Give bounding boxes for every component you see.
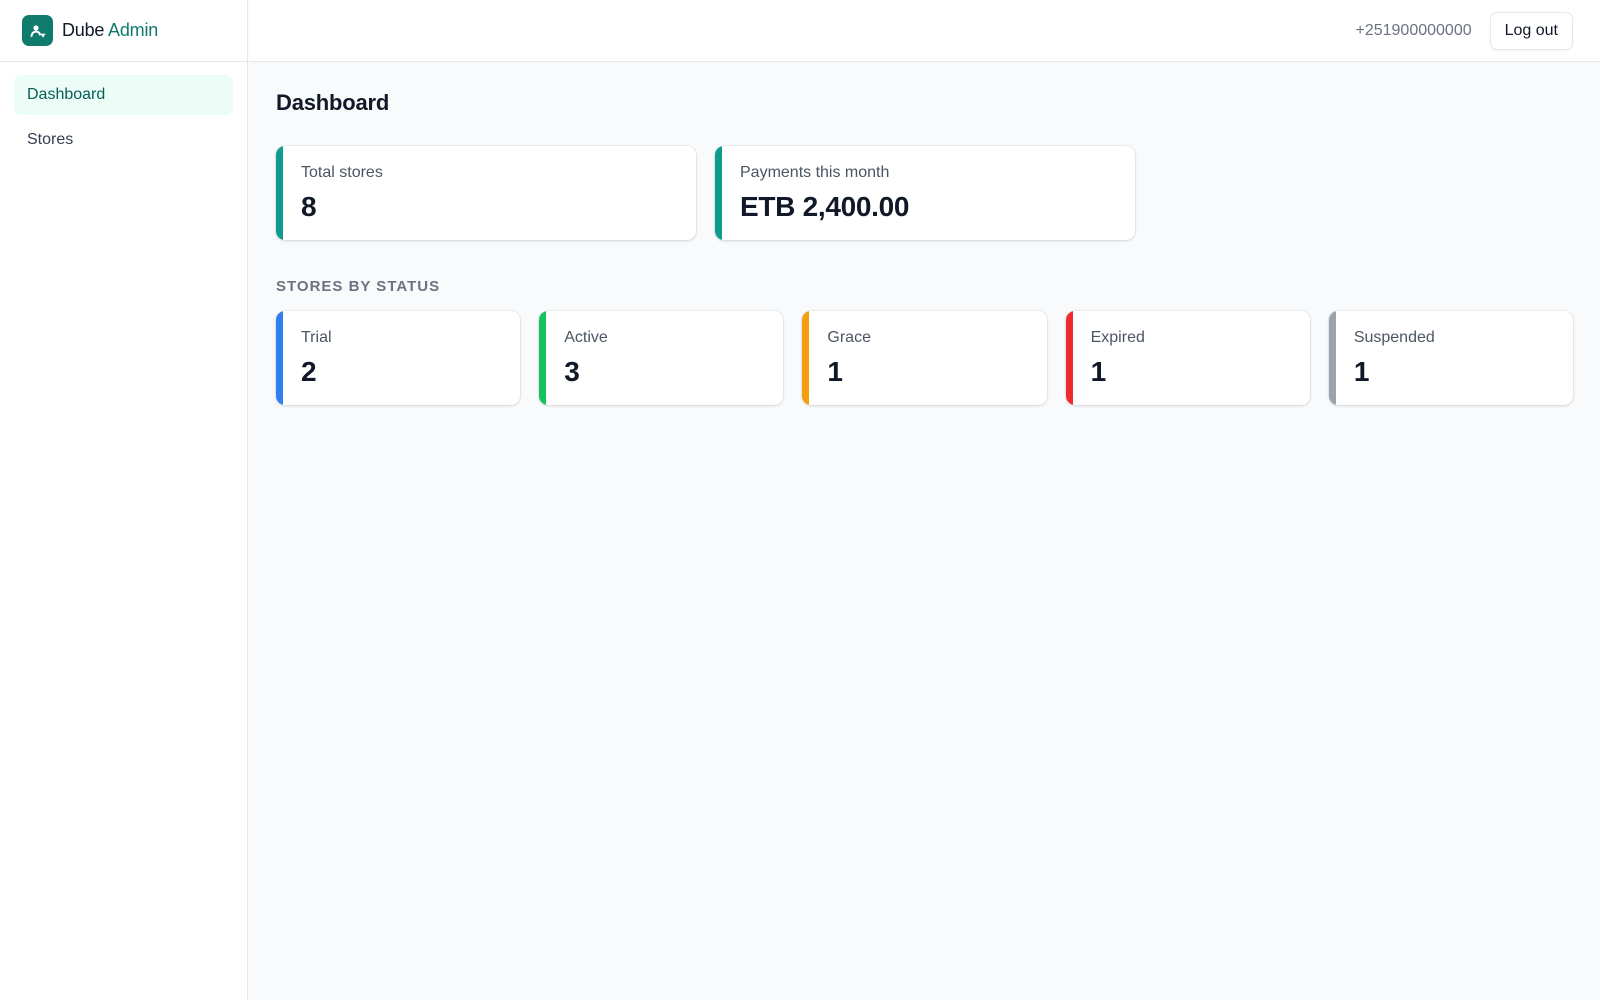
card-accent-bar: [715, 146, 722, 240]
card-label: Trial: [301, 329, 332, 346]
status-card-trial: Trial 2: [276, 311, 521, 405]
total-stores-card: Total stores 8: [276, 146, 696, 240]
card-value: 1: [827, 356, 843, 387]
card-value: 1: [1353, 356, 1370, 387]
status-cards: Trial 2 Active 3 Grace 1 Expired 1 Suspe…: [276, 311, 1574, 405]
card-value: 1: [1090, 356, 1107, 387]
card-label: Total stores: [301, 164, 383, 181]
status-card-grace: Grace 1: [802, 311, 1047, 405]
summary-cards: Total stores 8 Payments this month ETB 2…: [276, 146, 1573, 240]
section-title: STORES BY STATUS: [276, 278, 441, 295]
card-accent-bar: [1328, 311, 1336, 405]
main-content: Dashboard Total stores 8 Payments this m…: [276, 62, 1574, 405]
card-value: 3: [564, 356, 580, 387]
user-phone: +251900000000: [1355, 21, 1472, 39]
card-value: 2: [301, 356, 317, 387]
brand-name-accent: Admin: [108, 20, 159, 40]
card-accent-bar: [539, 311, 547, 405]
sidebar-item-stores[interactable]: Stores: [14, 120, 233, 160]
card-label: Expired: [1090, 329, 1145, 346]
sidebar-nav: Dashboard Stores: [0, 62, 247, 178]
card-value: ETB 2,400.00: [740, 191, 910, 222]
card-label: Grace: [827, 329, 871, 346]
brand-name: Dube Admin: [62, 20, 158, 41]
page-title: Dashboard: [276, 90, 390, 115]
status-card-expired: Expired 1: [1065, 311, 1310, 405]
card-accent-bar: [802, 311, 810, 405]
logout-button[interactable]: Log out: [1489, 11, 1573, 50]
brand[interactable]: Dube Admin: [0, 0, 247, 62]
brand-name-primary: Dube: [62, 20, 105, 40]
card-label: Suspended: [1353, 329, 1435, 346]
sidebar: Dube Admin Dashboard Stores: [0, 0, 248, 1000]
user-key-icon: [22, 15, 53, 46]
status-card-suspended: Suspended 1: [1328, 311, 1574, 405]
card-label: Payments this month: [740, 164, 890, 181]
card-accent-bar: [276, 146, 283, 240]
sidebar-item-dashboard[interactable]: Dashboard: [14, 75, 233, 115]
card-value: 8: [301, 191, 317, 222]
card-accent-bar: [276, 311, 283, 405]
card-accent-bar: [1065, 311, 1073, 405]
status-card-active: Active 3: [539, 311, 784, 405]
payments-card: Payments this month ETB 2,400.00: [715, 146, 1135, 240]
topbar: +251900000000 Log out: [249, 0, 1600, 62]
card-label: Active: [564, 329, 608, 346]
